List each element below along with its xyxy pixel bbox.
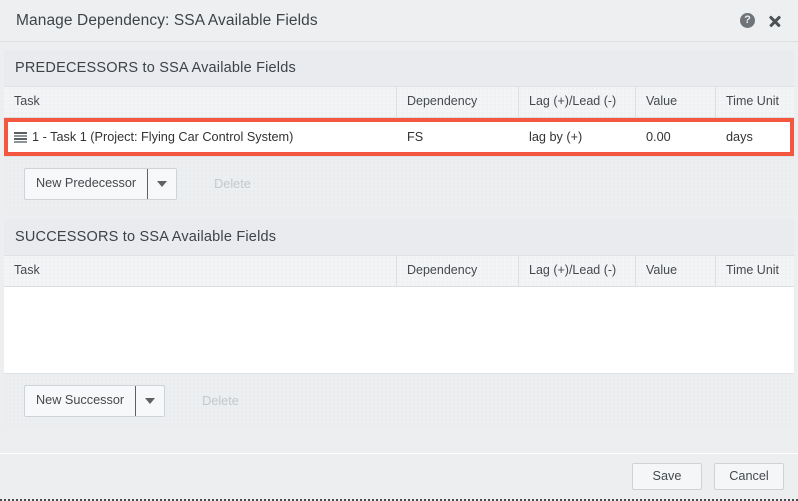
titlebar-icons: ? xyxy=(740,13,786,28)
column-header-value[interactable]: Value xyxy=(636,256,716,286)
task-grid-icon xyxy=(14,131,27,143)
cell-task[interactable]: 1 - Task 1 (Project: Flying Car Control … xyxy=(4,118,397,156)
close-icon[interactable] xyxy=(767,13,782,28)
column-header-dependency[interactable]: Dependency xyxy=(397,256,519,286)
predecessors-toolbar: New Predecessor Delete xyxy=(4,157,794,211)
cancel-button[interactable]: Cancel xyxy=(714,463,784,490)
new-predecessor-split-button[interactable]: New Predecessor xyxy=(24,168,178,200)
successors-grid-body xyxy=(4,287,794,373)
predecessors-section-heading: PREDECESSORS to SSA Available Fields xyxy=(4,50,794,86)
manage-dependency-dialog: Manage Dependency: SSA Available Fields … xyxy=(0,0,798,501)
successors-toolbar: New Successor Delete xyxy=(4,374,794,428)
new-successor-split-button[interactable]: New Successor xyxy=(24,385,166,417)
dialog-title: Manage Dependency: SSA Available Fields xyxy=(16,11,318,29)
chevron-down-icon xyxy=(157,181,168,187)
help-icon[interactable]: ? xyxy=(740,13,755,28)
cell-lag-lead[interactable]: lag by (+) xyxy=(519,118,636,156)
new-predecessor-button[interactable]: New Predecessor xyxy=(25,169,149,199)
column-header-lag-lead[interactable]: Lag (+)/Lead (-) xyxy=(519,256,636,286)
column-header-time-unit[interactable]: Time Unit xyxy=(716,87,794,117)
table-row[interactable]: 1 - Task 1 (Project: Flying Car Control … xyxy=(4,118,794,156)
new-successor-dropdown-toggle[interactable] xyxy=(136,386,164,416)
predecessors-grid-header: Task Dependency Lag (+)/Lead (-) Value T… xyxy=(4,87,794,118)
cell-time-unit[interactable]: days xyxy=(716,118,794,156)
successors-grid-header: Task Dependency Lag (+)/Lead (-) Value T… xyxy=(4,256,794,287)
predecessors-row-wrapper: 1 - Task 1 (Project: Flying Car Control … xyxy=(4,118,794,156)
new-predecessor-dropdown-toggle[interactable] xyxy=(148,169,176,199)
dialog-titlebar: Manage Dependency: SSA Available Fields … xyxy=(0,0,798,42)
successors-section-heading: SUCCESSORS to SSA Available Fields xyxy=(4,219,794,255)
save-button[interactable]: Save xyxy=(632,463,702,490)
predecessors-grid-body: 1 - Task 1 (Project: Flying Car Control … xyxy=(4,118,794,156)
column-header-value[interactable]: Value xyxy=(636,87,716,117)
column-header-task[interactable]: Task xyxy=(4,87,397,117)
new-successor-button[interactable]: New Successor xyxy=(25,386,137,416)
dialog-body: PREDECESSORS to SSA Available Fields Tas… xyxy=(0,42,798,453)
dialog-footer: Save Cancel xyxy=(0,453,798,499)
predecessors-grid: Task Dependency Lag (+)/Lead (-) Value T… xyxy=(4,86,794,157)
column-header-time-unit[interactable]: Time Unit xyxy=(716,256,794,286)
successors-grid: Task Dependency Lag (+)/Lead (-) Value T… xyxy=(4,255,794,374)
delete-successor-button: Delete xyxy=(202,394,239,408)
column-header-task[interactable]: Task xyxy=(4,256,397,286)
cell-value[interactable]: 0.00 xyxy=(636,118,716,156)
chevron-down-icon xyxy=(145,398,156,404)
column-header-lag-lead[interactable]: Lag (+)/Lead (-) xyxy=(519,87,636,117)
column-header-dependency[interactable]: Dependency xyxy=(397,87,519,117)
cell-task-label: 1 - Task 1 (Project: Flying Car Control … xyxy=(32,129,294,144)
cell-dependency[interactable]: FS xyxy=(397,118,519,156)
delete-predecessor-button: Delete xyxy=(214,177,251,191)
